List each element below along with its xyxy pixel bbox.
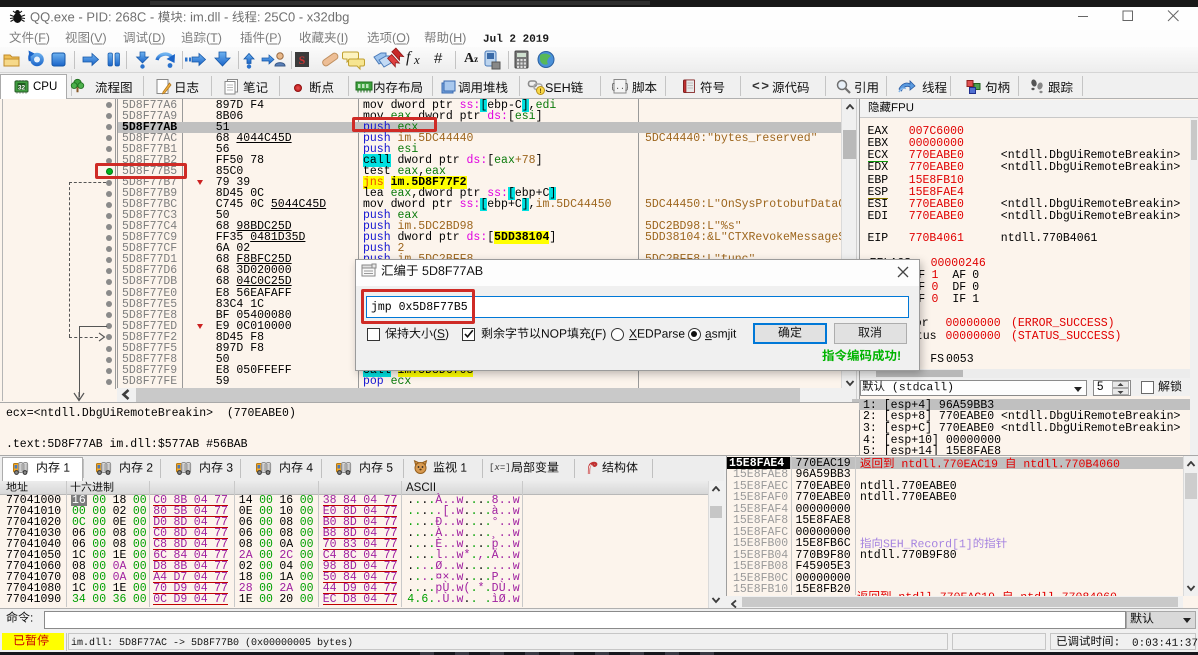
svg-text:32: 32 (18, 85, 26, 92)
svg-text:!: ! (539, 88, 541, 95)
svg-text:{..}: {..} (612, 83, 628, 92)
svg-text:S: S (299, 53, 306, 67)
